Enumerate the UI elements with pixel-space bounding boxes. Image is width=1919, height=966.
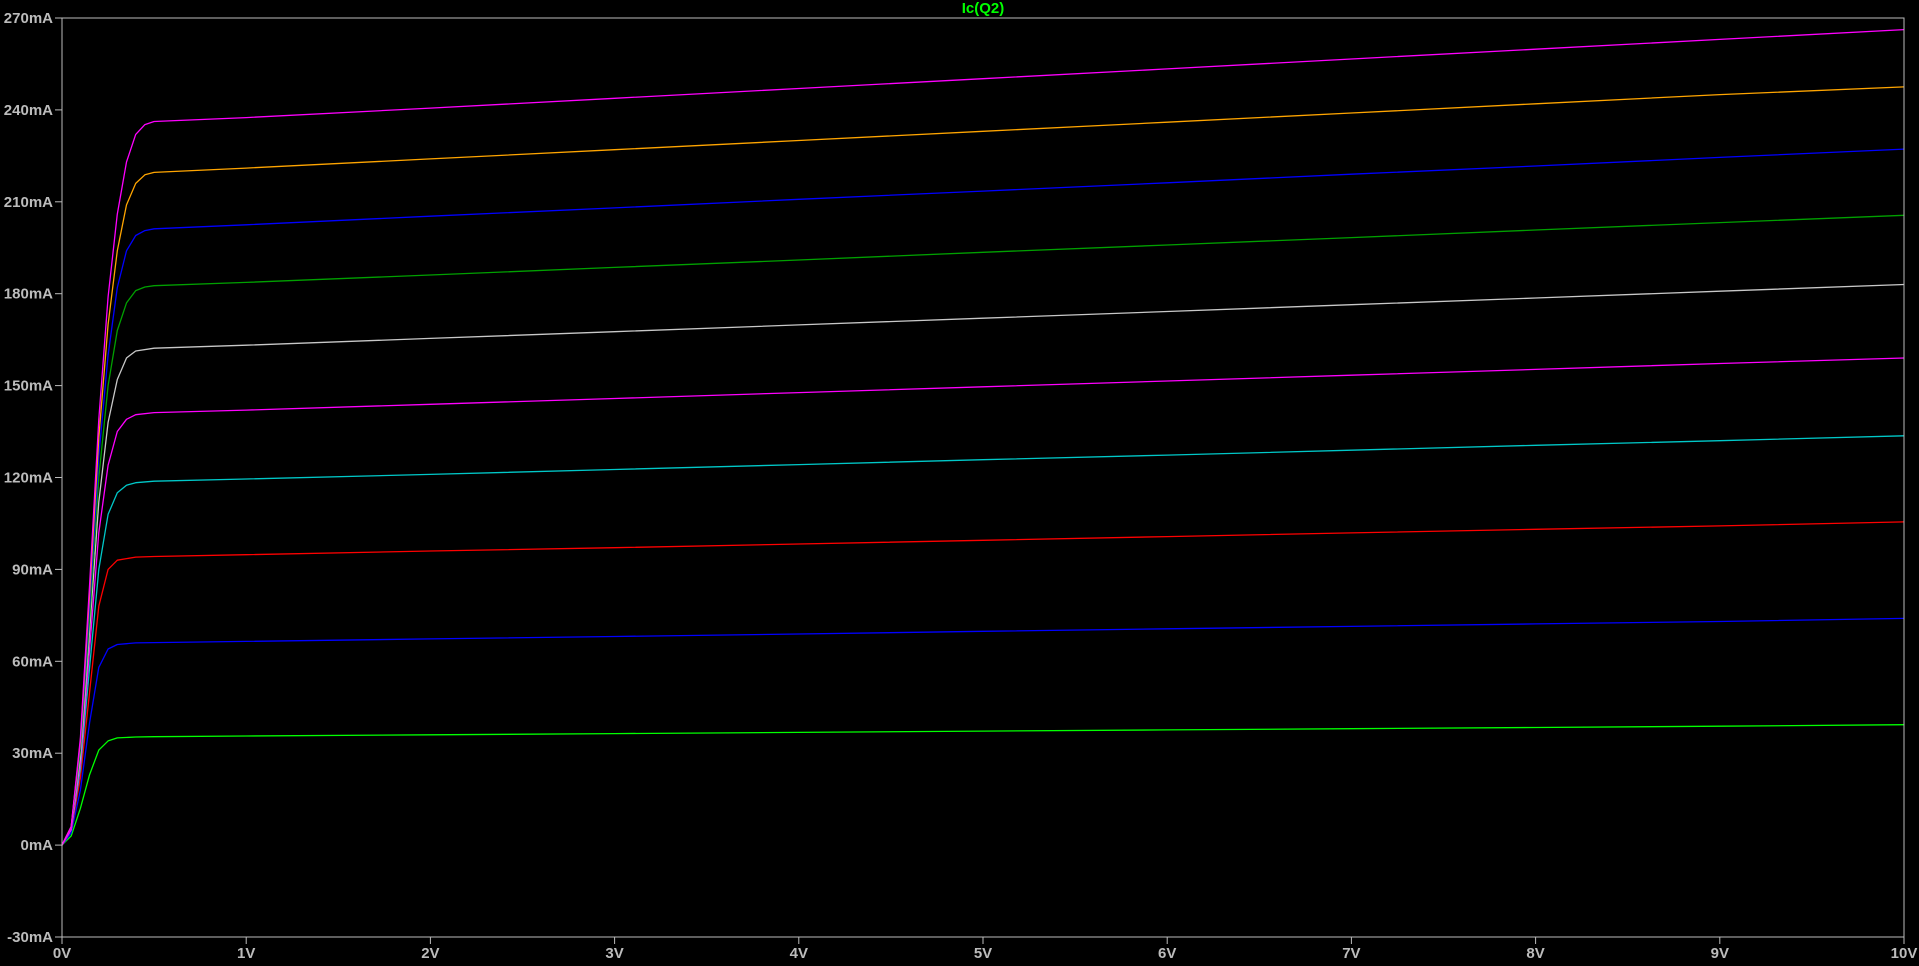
x-tick-label: 4V bbox=[790, 945, 808, 962]
series-line-5 bbox=[61, 357, 1905, 846]
y-tick-label: 60mA bbox=[12, 653, 53, 670]
series-line-3 bbox=[61, 521, 1905, 846]
x-axis: 0V 1V 2V 3V 4V 5V 6V 7V 8V 9V 10V bbox=[53, 937, 1918, 962]
series-line-2 bbox=[61, 617, 1905, 846]
x-tick-label: 0V bbox=[53, 945, 71, 962]
y-tick-label: 0mA bbox=[20, 837, 53, 854]
x-tick-label: 7V bbox=[1342, 945, 1360, 962]
y-tick-label: 210mA bbox=[4, 194, 53, 211]
plot-frame bbox=[61, 17, 1905, 938]
x-tick-label: 6V bbox=[1158, 945, 1176, 962]
y-axis: 270mA 240mA 210mA 180mA 150mA 120mA 90mA 60mA 30… bbox=[4, 10, 62, 946]
series-line-1 bbox=[61, 724, 1905, 846]
x-tick-label: 5V bbox=[974, 945, 992, 962]
y-tick-label: 90mA bbox=[12, 561, 53, 578]
x-tick-label: 9V bbox=[1711, 945, 1729, 962]
x-tick-label: 8V bbox=[1526, 945, 1544, 962]
y-tick-label: 240mA bbox=[4, 102, 53, 119]
series-line-8 bbox=[61, 148, 1905, 846]
x-tick-label: 10V bbox=[1891, 945, 1918, 962]
x-tick-label: 2V bbox=[421, 945, 439, 962]
x-tick-label: 3V bbox=[605, 945, 623, 962]
y-tick-label: 120mA bbox=[4, 470, 53, 487]
y-tick-label: 30mA bbox=[12, 745, 53, 762]
chart-title: Ic(Q2) bbox=[962, 0, 1005, 17]
series-line-6 bbox=[61, 283, 1905, 846]
series-line-7 bbox=[61, 214, 1905, 846]
chart-canvas: Ic(Q2) 270mA 240mA 210mA 180mA 150mA 120mA 90m… bbox=[4, 0, 1918, 962]
y-tick-label: 270mA bbox=[4, 10, 53, 27]
series-layer bbox=[61, 28, 1905, 846]
series-line-10 bbox=[61, 28, 1905, 846]
x-tick-label: 1V bbox=[237, 945, 255, 962]
y-tick-label: 150mA bbox=[4, 378, 53, 395]
y-tick-label: 180mA bbox=[4, 286, 53, 303]
y-tick-label: -30mA bbox=[7, 929, 53, 946]
